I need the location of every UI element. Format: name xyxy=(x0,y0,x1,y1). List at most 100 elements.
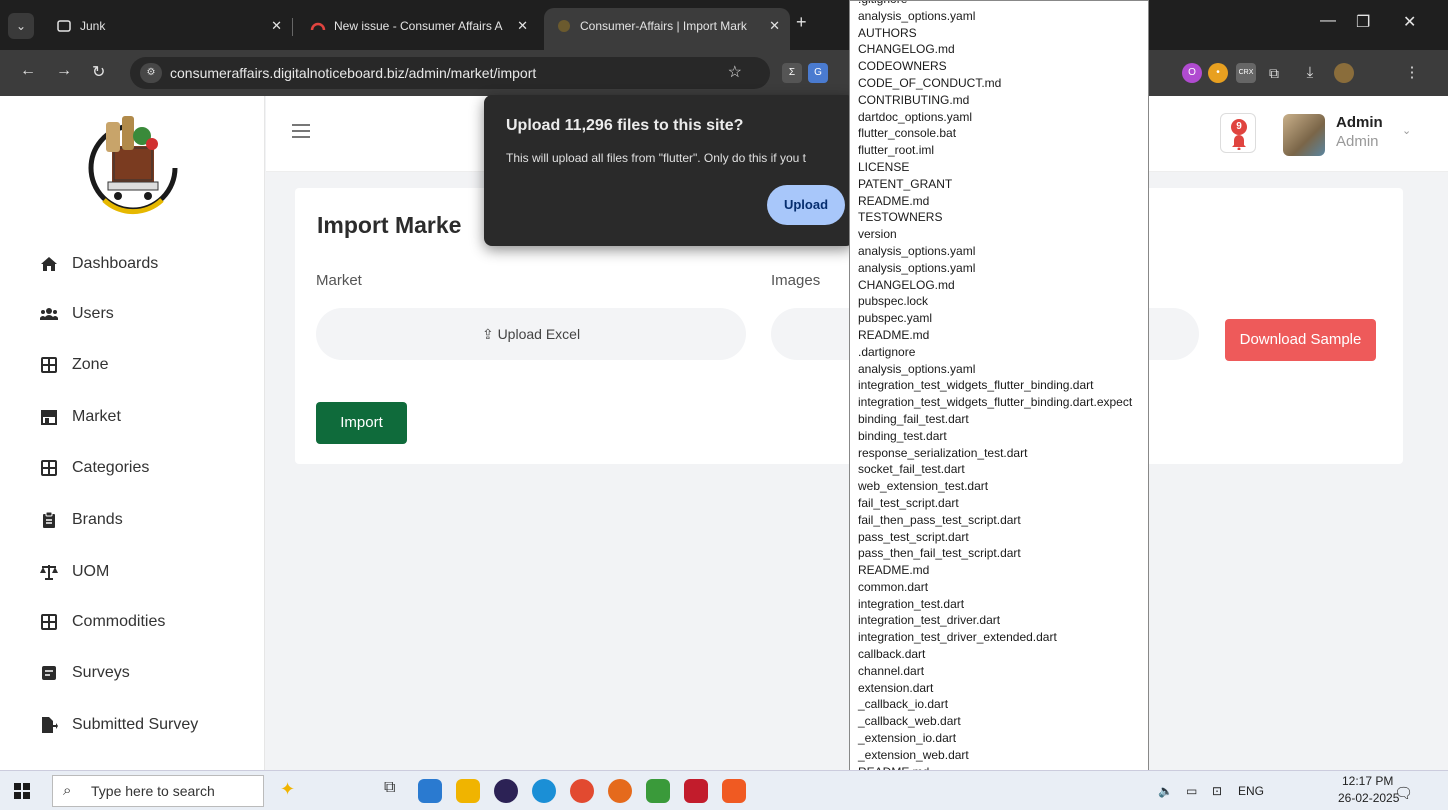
minimize-icon[interactable]: — xyxy=(1320,12,1336,30)
list-item: pubspec.yaml xyxy=(858,311,933,326)
sidebar-item-label: Submitted Survey xyxy=(72,716,199,733)
notification-button[interactable]: 9 xyxy=(1220,113,1256,153)
poll-icon xyxy=(42,666,56,680)
forward-arrow-icon[interactable]: → xyxy=(56,62,72,80)
clock-date[interactable]: 26-02-2025 xyxy=(1338,791,1399,805)
download-icon[interactable]: ⤓ xyxy=(1300,63,1320,83)
menu-kebab-icon[interactable]: ⋮ xyxy=(1402,63,1422,83)
crx-extension-icon[interactable]: CRX xyxy=(1236,63,1256,83)
file-export-icon xyxy=(42,717,58,733)
sidebar-item-label: Users xyxy=(72,305,114,322)
list-item: PATENT_GRANT xyxy=(858,176,953,191)
list-item: flutter_console.bat xyxy=(858,126,957,141)
download-sample-button[interactable]: Download Sample xyxy=(1225,319,1376,361)
address-bar[interactable]: ⚙ consumeraffairs.digitalnoticeboard.biz… xyxy=(130,57,770,89)
back-arrow-icon[interactable]: ← xyxy=(20,62,36,80)
store-icon xyxy=(41,410,57,425)
sidebar-item-dashboards[interactable]: Dashboards xyxy=(40,249,250,279)
clock-time[interactable]: 12:17 PM xyxy=(1342,774,1393,788)
windows-start-icon[interactable] xyxy=(14,783,30,799)
list-item: pass_test_script.dart xyxy=(858,529,969,544)
notification-center-icon[interactable]: 🗨 xyxy=(1394,784,1413,802)
list-item: integration_test_widgets_flutter_binding… xyxy=(858,395,1133,410)
sidebar-item-commodities[interactable]: Commodities xyxy=(40,607,250,637)
user-name[interactable]: Admin xyxy=(1336,114,1383,131)
list-item: integration_test_driver.dart xyxy=(858,613,1001,628)
task-view-icon[interactable]: ⧉ xyxy=(384,779,408,803)
notepad-plus-icon[interactable] xyxy=(646,779,670,803)
restore-icon[interactable]: ❐ xyxy=(1356,12,1370,32)
upload-excel-input[interactable]: ⇪ Upload Excel xyxy=(316,308,746,360)
sigma-extension-icon[interactable]: Σ xyxy=(782,63,802,83)
list-item: analysis_options.yaml xyxy=(858,8,976,23)
dialog-upload-button[interactable]: Upload xyxy=(767,185,845,225)
sidebar-item-brands[interactable]: Brands xyxy=(40,505,250,535)
list-item: flutter_root.iml xyxy=(858,143,935,158)
file-list: .gitignoreanalysis_options.yamlAUTHORSCH… xyxy=(850,1,1148,797)
list-item: integration_test_driver_extended.dart xyxy=(858,630,1057,645)
sidebar-item-surveys[interactable]: Surveys xyxy=(40,658,250,688)
list-item: TESTOWNERS xyxy=(858,210,943,225)
list-item: analysis_options.yaml xyxy=(858,361,976,376)
list-item: .gitignore xyxy=(858,1,1148,8)
hamburger-menu-icon[interactable] xyxy=(292,124,310,138)
close-icon[interactable]: ✕ xyxy=(271,8,282,44)
profile-avatar-icon[interactable] xyxy=(1334,63,1354,83)
list-item: callback.dart xyxy=(858,647,926,662)
eclipse-icon[interactable] xyxy=(494,779,518,803)
upload-confirm-dialog: Upload 11,296 files to this site? This w… xyxy=(484,95,854,246)
upload-excel-label: Upload Excel xyxy=(497,326,581,342)
list-item: README.md xyxy=(858,327,930,342)
close-icon[interactable]: ✕ xyxy=(769,8,780,44)
battery-icon[interactable]: ▭ xyxy=(1186,784,1197,798)
brave-icon[interactable] xyxy=(722,779,746,803)
avatar[interactable] xyxy=(1283,114,1325,156)
skype-icon[interactable] xyxy=(418,779,442,803)
tab-new-issue[interactable]: New issue - Consumer Affairs A ✕ xyxy=(298,8,538,44)
tab-import-market[interactable]: Consumer-Affairs | Import Mark ✕ xyxy=(544,8,790,50)
extensions-puzzle-icon[interactable]: ⧉ xyxy=(1264,63,1284,83)
edge-icon[interactable] xyxy=(532,779,556,803)
tab-search-chevron-icon[interactable]: ⌄ xyxy=(8,13,34,39)
close-icon[interactable]: ✕ xyxy=(517,8,528,44)
file-explorer-icon[interactable] xyxy=(456,779,480,803)
bookmark-star-icon[interactable]: ☆ xyxy=(728,57,742,89)
chrome-icon[interactable] xyxy=(570,779,594,803)
translate-extension-icon[interactable]: G xyxy=(808,63,828,83)
reload-icon[interactable]: ↻ xyxy=(92,62,105,82)
sidebar-item-categories[interactable]: Categories xyxy=(40,453,250,483)
speaker-icon[interactable]: 🔈 xyxy=(1158,784,1173,798)
taskbar-search-input[interactable]: ⌕ Type here to search xyxy=(52,775,264,807)
language-indicator[interactable]: ENG xyxy=(1238,784,1264,798)
extension-cookie-icon[interactable]: • xyxy=(1208,63,1228,83)
mcafee-icon[interactable] xyxy=(684,779,708,803)
list-item: channel.dart xyxy=(858,663,925,678)
tab-junk[interactable]: Junk ✕ xyxy=(44,8,292,44)
sidebar-item-market[interactable]: Market xyxy=(40,402,250,432)
new-tab-icon[interactable]: + xyxy=(796,12,807,33)
import-button[interactable]: Import xyxy=(316,402,407,444)
list-item: CHANGELOG.md xyxy=(858,42,955,57)
url-text: consumeraffairs.digitalnoticeboard.biz/a… xyxy=(170,65,537,81)
list-item: web_extension_test.dart xyxy=(858,479,989,494)
window-close-icon[interactable]: ✕ xyxy=(1403,12,1416,32)
ime-icon[interactable]: ⊡ xyxy=(1212,784,1222,798)
junk-favicon-icon xyxy=(57,20,71,32)
extension-o-icon[interactable]: O xyxy=(1182,63,1202,83)
sidebar-item-submitted-survey[interactable]: Submitted Survey xyxy=(40,710,250,740)
sidebar-item-users[interactable]: Users xyxy=(40,299,250,329)
tab-title: Junk xyxy=(80,19,106,33)
upload-icon: ⇪ xyxy=(481,326,494,342)
sidebar-item-uom[interactable]: UOM xyxy=(40,557,250,587)
dialog-message: This will upload all files from "flutter… xyxy=(506,151,806,165)
firefox-icon[interactable] xyxy=(608,779,632,803)
scale-icon xyxy=(40,565,58,580)
sidebar-item-label: Brands xyxy=(72,511,123,528)
sidebar-item-zone[interactable]: Zone xyxy=(40,350,250,380)
site-info-icon[interactable]: ⚙ xyxy=(140,63,162,83)
list-item: socket_fail_test.dart xyxy=(858,462,965,477)
chevron-down-icon[interactable]: ⌄ xyxy=(1402,124,1411,137)
copilot-sparkle-icon[interactable]: ✦ xyxy=(280,779,304,803)
dialog-title: Upload 11,296 files to this site? xyxy=(506,117,744,134)
consumer-affairs-logo xyxy=(88,116,178,215)
